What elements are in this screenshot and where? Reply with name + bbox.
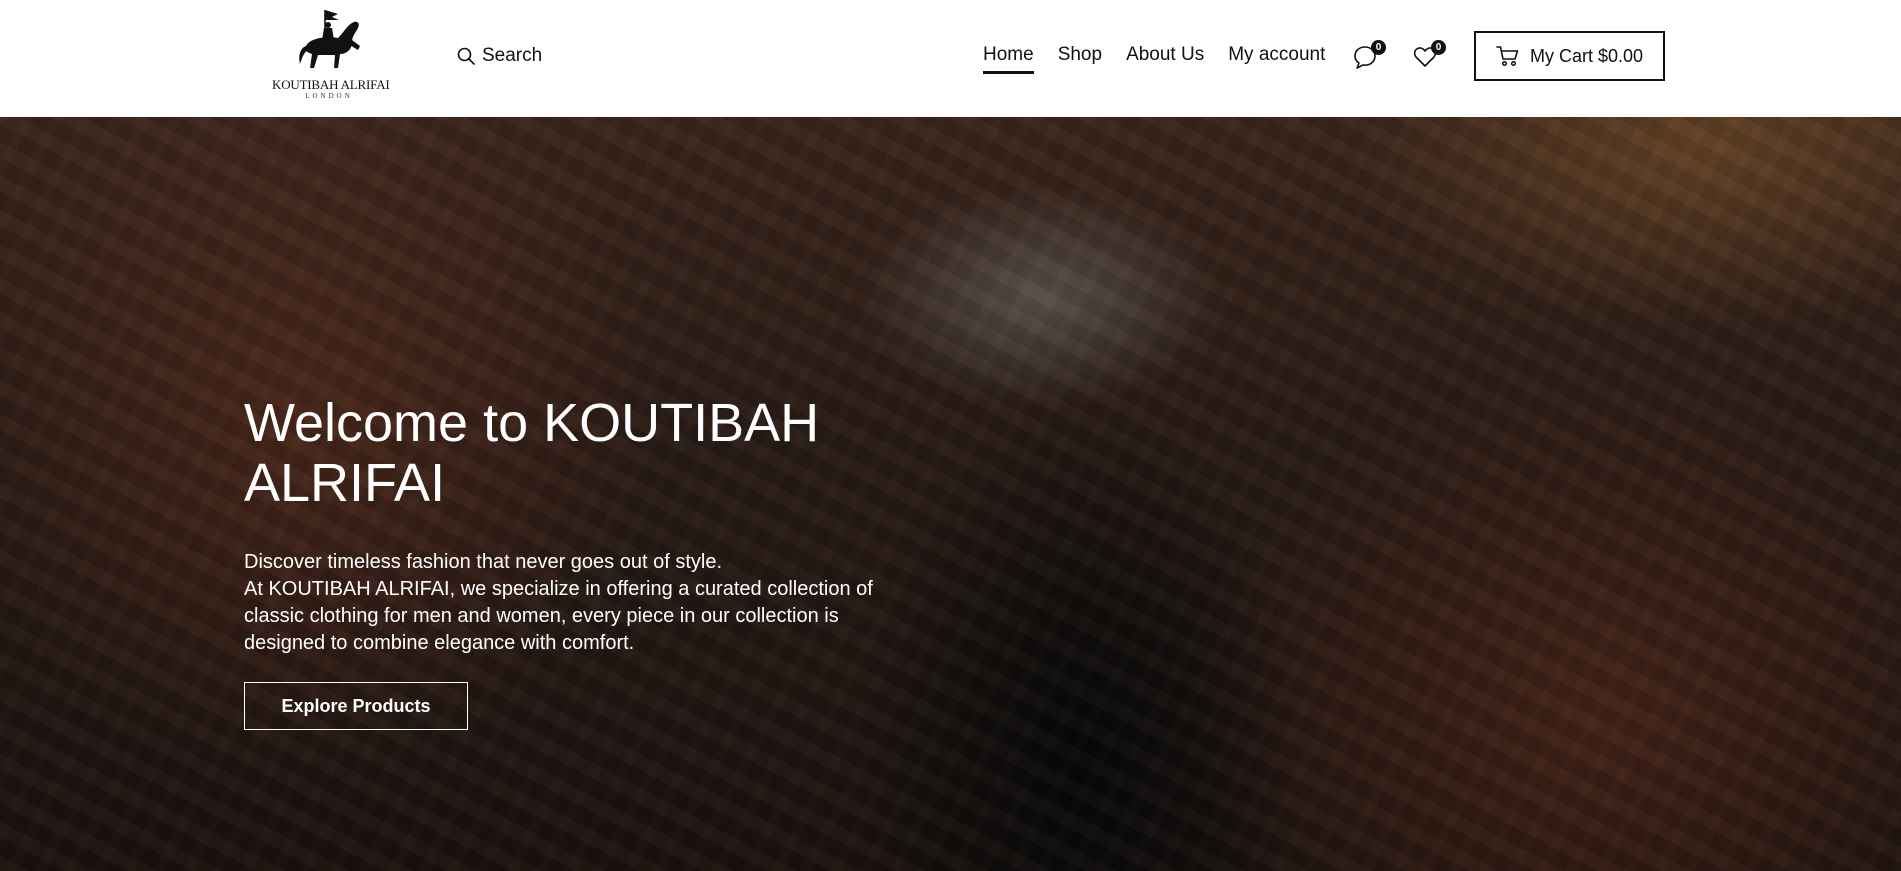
hero-tagline: Discover timeless fashion that never goe…: [244, 551, 723, 573]
hero-paragraph: At KOUTIBAH ALRIFAI, we specialize in of…: [244, 578, 873, 654]
nav-item-home[interactable]: Home: [983, 44, 1034, 74]
nav-item-my-account[interactable]: My account: [1228, 44, 1325, 74]
main-nav: Home Shop About Us My account: [983, 44, 1349, 74]
search-icon: [457, 47, 475, 65]
wishlist-count-badge: 0: [1431, 40, 1446, 55]
compare-button[interactable]: 0: [1352, 40, 1386, 74]
search-trigger[interactable]: Search: [457, 44, 542, 68]
brand-logo[interactable]: KOUTIBAH ALRIFAI LONDON: [272, 6, 390, 106]
site-header: KOUTIBAH ALRIFAI LONDON Search Home Shop…: [0, 0, 1901, 117]
cart-label: My Cart $0.00: [1529, 45, 1644, 66]
cart-icon: [1496, 46, 1519, 67]
hero-description: Discover timeless fashion that never goe…: [244, 549, 904, 657]
search-label: Search: [482, 45, 543, 66]
hero-section: Welcome to KOUTIBAH ALRIFAI Discover tim…: [0, 117, 1901, 871]
compare-count-badge: 0: [1371, 40, 1386, 55]
cart-button[interactable]: My Cart $0.00: [1474, 31, 1665, 81]
nav-item-about-us[interactable]: About Us: [1126, 44, 1204, 74]
horse-rider-logo-icon: [299, 10, 360, 69]
hero-title: Welcome to KOUTIBAH ALRIFAI: [244, 393, 820, 513]
brand-location: LONDON: [305, 92, 353, 100]
nav-item-shop[interactable]: Shop: [1058, 44, 1102, 74]
explore-products-button[interactable]: Explore Products: [244, 682, 468, 730]
brand-name: KOUTIBAH ALRIFAI: [272, 77, 390, 92]
wishlist-button[interactable]: 0: [1412, 40, 1446, 74]
hero-content: Welcome to KOUTIBAH ALRIFAI Discover tim…: [244, 393, 904, 730]
